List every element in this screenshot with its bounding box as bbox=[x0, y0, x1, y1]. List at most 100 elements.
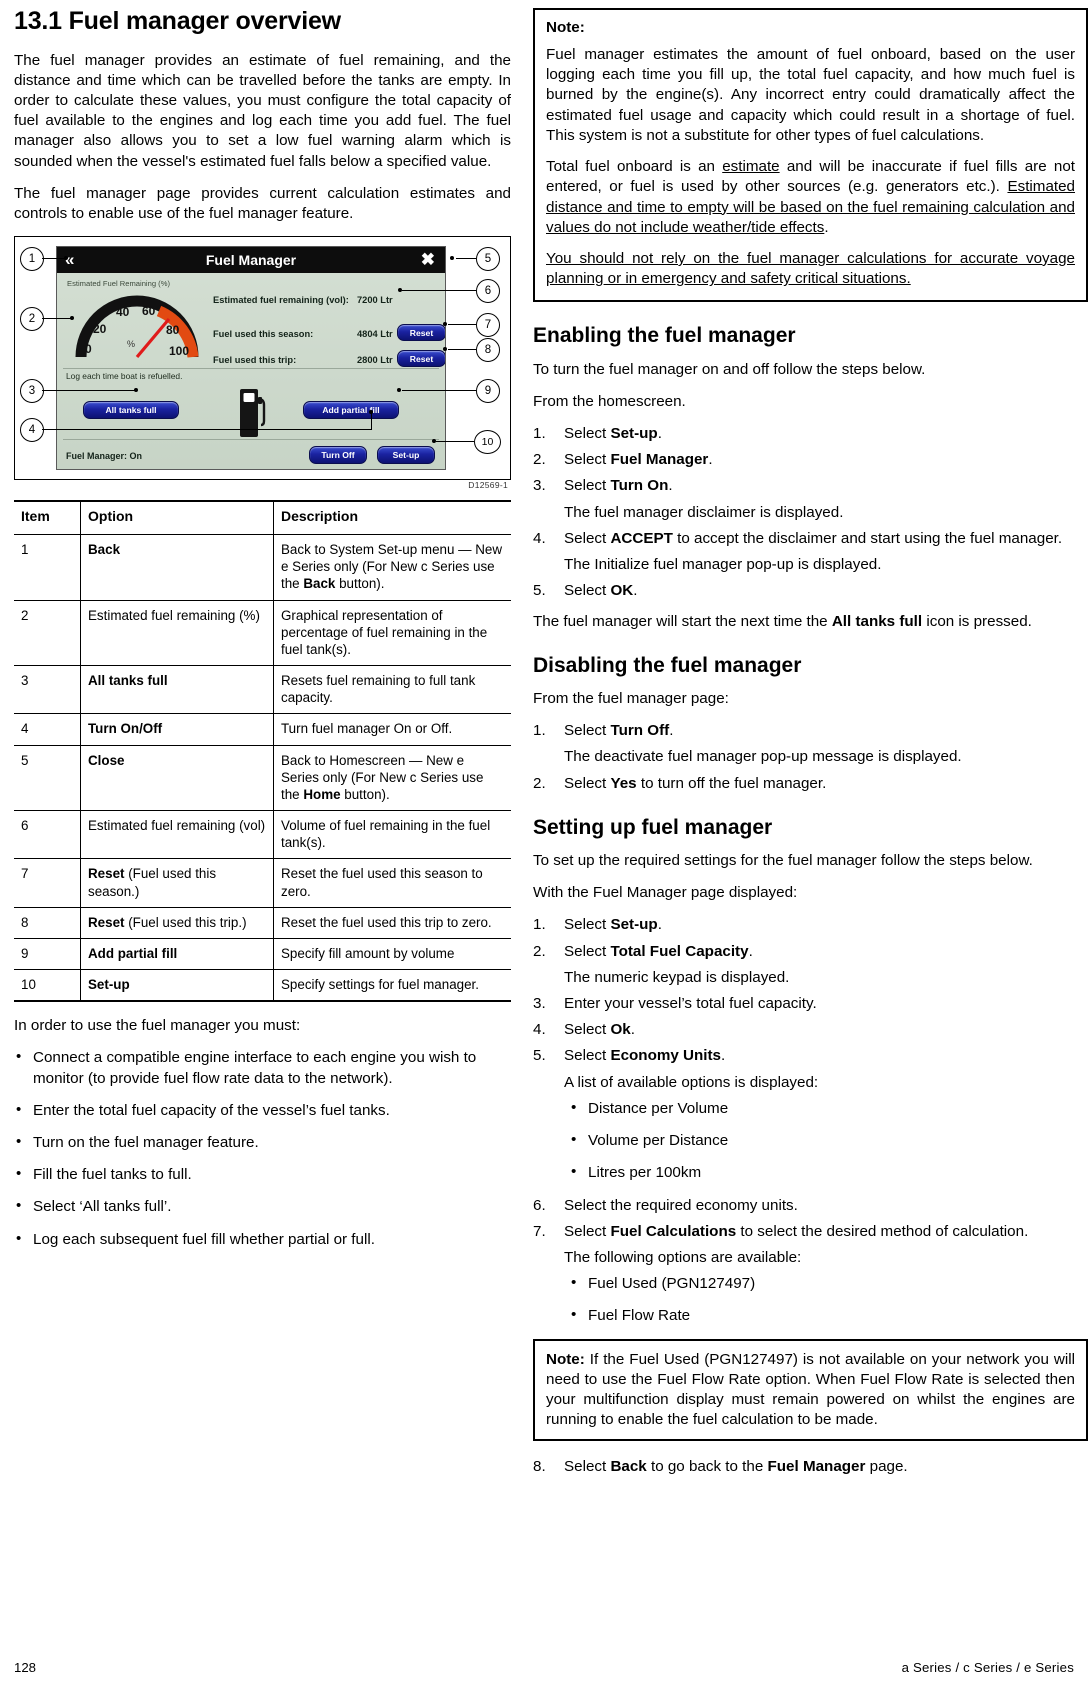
reset-season-button[interactable]: Reset bbox=[397, 324, 445, 342]
step-text-pre: Select the required economy units. bbox=[564, 1196, 798, 1214]
step-substep-text: The numeric keypad is displayed. bbox=[564, 968, 790, 986]
table-row: 4 Turn On/Off Turn fuel manager On or Off. bbox=[14, 713, 511, 746]
page-footer: 128 a Series / c Series / e Series bbox=[14, 1660, 1074, 1675]
step-text-post: . bbox=[721, 1047, 726, 1065]
list-item: Select ‘All tanks full’. bbox=[14, 1196, 511, 1217]
fuel-gauge: 0 20 40 60 80 100 % bbox=[71, 289, 203, 363]
table-row: 9 Add partial fill Specify fill amount by … bbox=[14, 937, 511, 970]
requirements-bullet-list: Connect a compatible engine interface to… bbox=[14, 1047, 511, 1250]
step-number: 1. bbox=[533, 424, 546, 442]
table-cell-option: Estimated fuel remaining (vol) bbox=[80, 810, 274, 860]
list-item: Enter the total fuel capacity of the ves… bbox=[14, 1100, 511, 1121]
row-label-fuel-trip: Fuel used this trip: bbox=[213, 355, 297, 366]
step-substep-text: The deactivate fuel manager pop-up messa… bbox=[564, 748, 962, 766]
note-top-paragraph-1: Fuel manager estimates the amount of fue… bbox=[546, 46, 1075, 144]
note-top-title: Note: bbox=[546, 19, 585, 36]
sub-list-item: Fuel Flow Rate bbox=[569, 1305, 1088, 1326]
setting-up-final-step: 8. Select Back to go back to the Fuel Man… bbox=[533, 1457, 1088, 1477]
step-item: 2. Select Fuel Manager. bbox=[533, 450, 1088, 470]
table-cell-item: 5 bbox=[14, 744, 81, 812]
svg-text:60: 60 bbox=[142, 304, 156, 318]
enabling-intro-1: To turn the fuel manager on and off foll… bbox=[533, 360, 926, 378]
svg-text:20: 20 bbox=[93, 322, 107, 336]
note-box-top: Note: Fuel manager estimates the amount … bbox=[533, 8, 1088, 303]
row-label-estimated-remaining: Estimated fuel remaining (vol): bbox=[213, 295, 349, 306]
step-number: 4. bbox=[533, 1021, 546, 1039]
step-text-pre: Select bbox=[564, 529, 611, 547]
table-cell-item: 2 bbox=[14, 599, 81, 667]
all-tanks-full-button[interactable]: All tanks full bbox=[83, 401, 179, 420]
setting-up-intro-2: With the Fuel Manager page displayed: bbox=[533, 884, 798, 902]
table-cell-option-bold: Add partial fill bbox=[88, 945, 178, 961]
table-cell-description: Graphical representation of percentage o… bbox=[273, 599, 511, 667]
leader-5 bbox=[456, 258, 476, 260]
list-item: Connect a compatible engine interface to… bbox=[14, 1047, 511, 1088]
table-cell-description-part: Back bbox=[303, 576, 336, 592]
table-row: 6 Estimated fuel remaining (vol) Volume of… bbox=[14, 810, 511, 860]
step-8-bold-1: Back bbox=[610, 1458, 647, 1476]
table-cell-option: Reset (Fuel used this season.) bbox=[80, 858, 274, 908]
step-substep-text: A list of available options is displayed… bbox=[564, 1073, 819, 1091]
step-text-bold: Set-up bbox=[610, 916, 658, 934]
table-cell-option: Back bbox=[80, 534, 274, 601]
table-row: 10 Set-up Specify settings for fuel manage… bbox=[14, 968, 511, 1002]
svg-text:%: % bbox=[127, 339, 135, 349]
step-item: 1. Select Set-up. bbox=[533, 915, 1088, 935]
row-value-fuel-trip: 2800 Ltr bbox=[357, 355, 393, 366]
step-number: 5. bbox=[533, 582, 546, 600]
step-text-pre: Select bbox=[564, 774, 611, 792]
step-text-post: . bbox=[657, 424, 662, 442]
close-x-icon[interactable]: ✖ bbox=[421, 250, 435, 270]
row-value-estimated-remaining: 7200 Ltr bbox=[357, 295, 393, 306]
step-item: 5. Select Economy Units. bbox=[533, 1046, 1088, 1066]
step-text-post: to select the desired method of calculat… bbox=[736, 1222, 1029, 1240]
leader-3 bbox=[42, 390, 137, 392]
table-cell-option-bold: Reset bbox=[88, 866, 125, 882]
step-text-pre: Enter your vessel’s total fuel capacity. bbox=[564, 994, 817, 1012]
setup-button[interactable]: Set-up bbox=[377, 446, 435, 465]
table-cell-description-part: Specify fill amount by volume bbox=[281, 945, 455, 961]
step-8-bold-2: Fuel Manager bbox=[767, 1458, 866, 1476]
add-partial-fill-button[interactable]: Add partial fill bbox=[303, 401, 399, 420]
back-chevrons-icon[interactable]: « bbox=[65, 250, 74, 270]
table-cell-description-part: Reset the fuel used this trip to zero. bbox=[281, 914, 492, 930]
table-cell-description: Reset the fuel used this trip to zero. bbox=[273, 906, 511, 939]
footer-series-label: a Series / c Series / e Series bbox=[901, 1660, 1074, 1675]
table-cell-description-part: Volume of fuel remaining in the fuel tan… bbox=[281, 818, 491, 851]
divider-upper bbox=[63, 368, 439, 370]
table-cell-item: 6 bbox=[14, 810, 81, 860]
svg-text:0: 0 bbox=[85, 342, 92, 356]
svg-text:80: 80 bbox=[166, 323, 180, 337]
table-cell-item: 1 bbox=[14, 534, 81, 601]
table-header-item: Item bbox=[14, 501, 81, 536]
step-text-post: . bbox=[657, 916, 662, 934]
table-cell-item: 8 bbox=[14, 906, 81, 939]
note-bottom-text: If the Fuel Used (PGN127497) is not avai… bbox=[546, 1350, 1075, 1429]
table-header-option: Option bbox=[80, 501, 274, 536]
device-titlebar: « Fuel Manager ✖ bbox=[57, 247, 445, 274]
reset-trip-button[interactable]: Reset bbox=[397, 350, 445, 368]
step-8-post: page. bbox=[865, 1458, 908, 1476]
turn-off-button[interactable]: Turn Off bbox=[309, 446, 367, 465]
sub-list-item: Fuel Used (PGN127497) bbox=[569, 1273, 1088, 1294]
table-cell-description: Reset the fuel used this season to zero. bbox=[273, 858, 511, 908]
step-number: 3. bbox=[533, 994, 546, 1012]
step-text-post: . bbox=[748, 942, 753, 960]
step-text-bold: Fuel Calculations bbox=[610, 1222, 737, 1240]
step-8-mid: to go back to the bbox=[646, 1458, 768, 1476]
step-text-bold: Ok bbox=[610, 1021, 631, 1039]
step-text-bold: Turn On bbox=[610, 477, 669, 495]
step-sub-bullet-list: Distance per Volume Volume per Distance Li… bbox=[569, 1098, 1088, 1184]
device-screen: « Fuel Manager ✖ Estimated Fuel Remainin… bbox=[56, 246, 446, 471]
disabling-intro: From the fuel manager page: bbox=[533, 689, 729, 707]
list-item: Log each subsequent fuel fill whether pa… bbox=[14, 1229, 511, 1250]
step-text-bold: Fuel Manager bbox=[610, 451, 709, 469]
leader-2 bbox=[42, 318, 72, 320]
right-column: Note: Fuel manager estimates the amount … bbox=[533, 8, 1088, 1484]
table-cell-description: Back to System Set-up menu — New e Serie… bbox=[273, 534, 511, 601]
step-8-pre: Select bbox=[564, 1458, 611, 1476]
svg-text:40: 40 bbox=[116, 305, 130, 319]
two-column-layout: 13.1 Fuel manager overview The fuel mana… bbox=[14, 7, 1088, 1484]
list-item: Fill the fuel tanks to full. bbox=[14, 1164, 511, 1185]
step-substep-text: The Initialize fuel manager pop-up is di… bbox=[564, 556, 882, 574]
